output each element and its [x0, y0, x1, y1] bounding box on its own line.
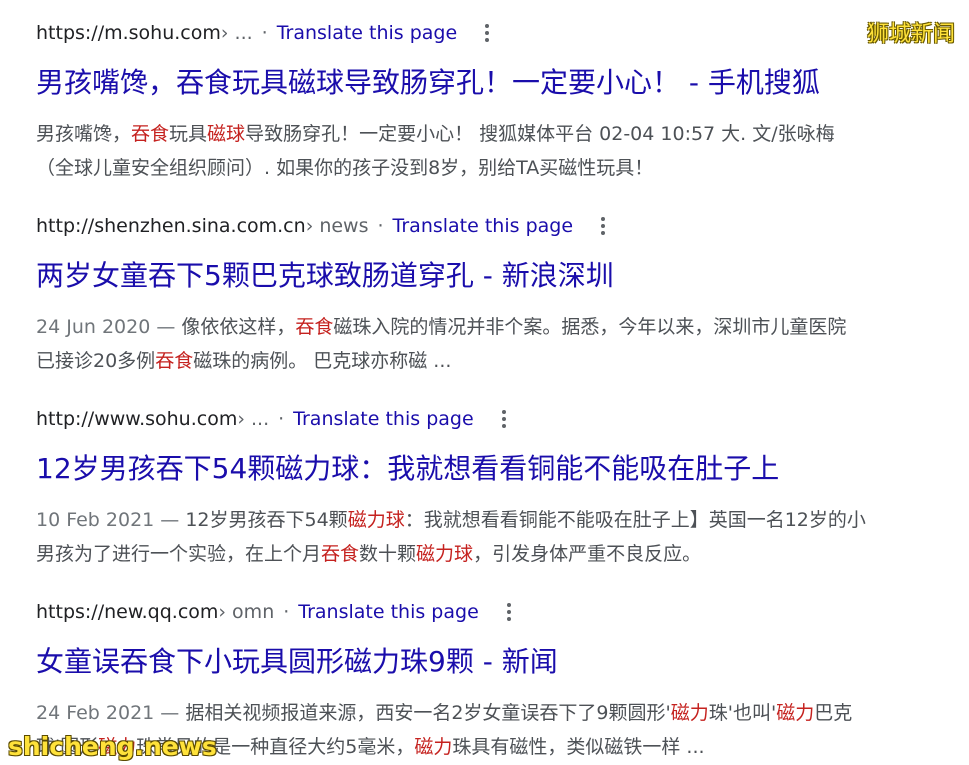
highlighted-term: 吞食 — [131, 123, 170, 145]
snippet-text: 磁珠入院的情况并非个案。据悉，今年以来，深圳市儿童医院 — [333, 316, 847, 338]
result-date: 24 Feb 2021 — — [36, 702, 186, 724]
highlighted-term: 磁力球 — [347, 509, 405, 531]
snippet-line: （全球儿童安全组织顾问）. 如果你的孩子没到8岁，别给TA买磁性玩具！ — [36, 151, 936, 185]
translate-link[interactable]: Translate this page — [298, 601, 478, 623]
snippet-text: 像依依这样， — [181, 316, 296, 338]
snippet-line: 24 Jun 2020 — 像依依这样，吞食磁珠入院的情况并非个案。据悉，今年以… — [36, 310, 936, 344]
highlighted-term: 吞食 — [295, 316, 334, 338]
snippet-line: 男孩嘴馋，吞食玩具磁球导致肠穿孔！一定要小心！ 搜狐媒体平台 02-04 10:… — [36, 117, 936, 151]
snippet-text: 玩具 — [169, 123, 208, 145]
snippet-text: 12岁男孩吞下54颗 — [185, 509, 348, 531]
result-url-line: http://www.sohu.com › ... · Translate th… — [36, 405, 512, 433]
result-title-link[interactable]: 两岁女童吞下5颗巴克球致肠道穿孔 - 新浪深圳 — [36, 258, 614, 294]
result-url-domain[interactable]: https://new.qq.com — [36, 601, 218, 623]
result-date: 24 Jun 2020 — — [36, 316, 182, 338]
snippet-text: 导致肠穿孔！一定要小心！ 搜狐媒体平台 02-04 10:57 大. 文/张咏梅 — [245, 123, 835, 145]
url-separator: · — [377, 215, 384, 237]
more-options-icon[interactable] — [479, 24, 495, 42]
snippet-text: 男孩嘴馋， — [36, 123, 132, 145]
result-url-path: › omn — [218, 601, 275, 623]
result-snippet: 24 Jun 2020 — 像依依这样，吞食磁珠入院的情况并非个案。据悉，今年以… — [36, 310, 936, 378]
result-url-line: https://new.qq.com › omn · Translate thi… — [36, 598, 517, 626]
result-date: 10 Feb 2021 — — [36, 509, 186, 531]
search-result: http://shenzhen.sina.com.cn › news · Tra… — [36, 212, 956, 372]
result-title-link[interactable]: 女童误吞食下小玩具圆形磁力珠9颗 - 新闻 — [36, 644, 558, 680]
highlighted-term: 磁力 — [414, 736, 453, 758]
snippet-text: 据相关视频报道来源，西安一名2岁女童误吞下了9颗圆形' — [185, 702, 671, 724]
result-title-link[interactable]: 男孩嘴馋，吞食玩具磁球导致肠穿孔！一定要小心！ - 手机搜狐 — [36, 65, 820, 101]
result-title-link[interactable]: 12岁男孩吞下54颗磁力球：我就想看看铜能不能吸在肚子上 — [36, 451, 779, 487]
snippet-text: 男孩为了进行一个实验，在上个月 — [36, 543, 322, 565]
result-url-path: › news — [305, 215, 369, 237]
result-snippet: 男孩嘴馋，吞食玩具磁球导致肠穿孔！一定要小心！ 搜狐媒体平台 02-04 10:… — [36, 117, 936, 185]
result-url-line: https://m.sohu.com › ... · Translate thi… — [36, 19, 495, 47]
snippet-line: 10 Feb 2021 — 12岁男孩吞下54颗磁力球：我就想看看铜能不能吸在肚… — [36, 503, 936, 537]
result-url-domain[interactable]: http://shenzhen.sina.com.cn — [36, 215, 306, 237]
snippet-text: 磁珠的病例。 巴克球亦称磁 ... — [193, 350, 452, 372]
url-separator: · — [278, 408, 285, 430]
translate-link[interactable]: Translate this page — [277, 22, 457, 44]
snippet-text: 已接诊20多例 — [36, 350, 156, 372]
snippet-text: 珠'也叫' — [708, 702, 777, 724]
highlighted-term: 吞食 — [321, 543, 360, 565]
result-snippet: 10 Feb 2021 — 12岁男孩吞下54颗磁力球：我就想看看铜能不能吸在肚… — [36, 503, 936, 571]
highlighted-term: 磁力球 — [416, 543, 474, 565]
search-result: http://www.sohu.com › ... · Translate th… — [36, 405, 956, 565]
snippet-line: 24 Feb 2021 — 据相关视频报道来源，西安一名2岁女童误吞下了9颗圆形… — [36, 696, 936, 730]
snippet-text: 珠具有磁性，类似磁铁一样 ... — [452, 736, 705, 758]
more-options-icon[interactable] — [496, 410, 512, 428]
result-url-path: › ... — [220, 22, 253, 44]
snippet-line: 已接诊20多例吞食磁珠的病例。 巴克球亦称磁 ... — [36, 344, 936, 378]
more-options-icon[interactable] — [501, 603, 517, 621]
more-options-icon[interactable] — [595, 217, 611, 235]
snippet-line: 男孩为了进行一个实验，在上个月吞食数十颗磁力球，引发身体严重不良反应。 — [36, 537, 936, 571]
watermark-logo-text: 狮城新闻 — [866, 22, 955, 47]
highlighted-term: 磁力 — [670, 702, 709, 724]
watermark-site-text: shicheng.news — [8, 732, 217, 761]
url-separator: · — [283, 601, 290, 623]
search-result: https://m.sohu.com › ... · Translate thi… — [36, 19, 956, 179]
result-url-path: › ... — [237, 408, 270, 430]
highlighted-term: 磁力 — [776, 702, 815, 724]
translate-link[interactable]: Translate this page — [293, 408, 473, 430]
snippet-text: 数十颗 — [359, 543, 417, 565]
highlighted-term: 吞食 — [155, 350, 194, 372]
snippet-text: （全球儿童安全组织顾问）. 如果你的孩子没到8岁，别给TA买磁性玩具！ — [36, 157, 654, 179]
translate-link[interactable]: Translate this page — [393, 215, 573, 237]
snippet-text: ，引发身体严重不良反应。 — [473, 543, 702, 565]
snippet-text: 巴克 — [814, 702, 853, 724]
highlighted-term: 磁球 — [207, 123, 246, 145]
snippet-text: ：我就想看看铜能不能吸在肚子上】英国一名12岁的小 — [404, 509, 866, 531]
result-url-domain[interactable]: http://www.sohu.com — [36, 408, 237, 430]
url-separator: · — [261, 22, 268, 44]
result-url-domain[interactable]: https://m.sohu.com — [36, 22, 221, 44]
result-url-line: http://shenzhen.sina.com.cn › news · Tra… — [36, 212, 611, 240]
